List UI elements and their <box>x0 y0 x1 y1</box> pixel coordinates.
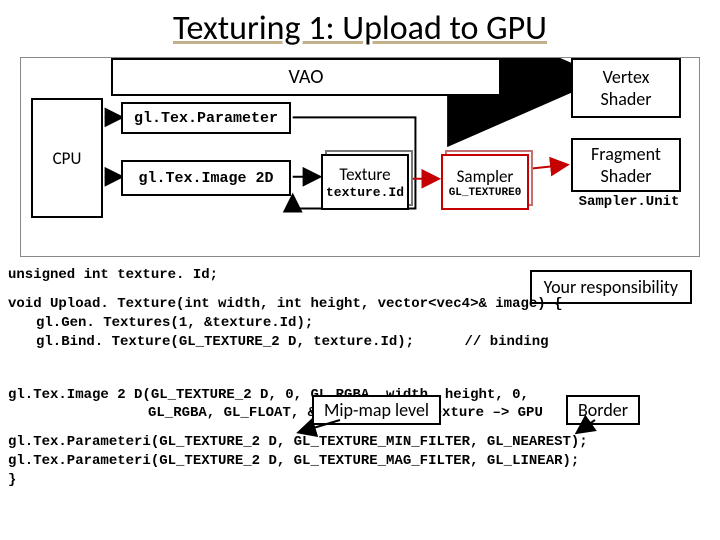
gl-texparameter-box: gl.Tex.Parameter <box>121 102 291 134</box>
sampler-sub-label: GL_TEXTURE0 <box>449 187 522 199</box>
code-line: gl.Tex.Parameteri(GL_TEXTURE_2 D, GL_TEX… <box>8 433 712 452</box>
fragment-shader-l2: Shader <box>600 165 651 187</box>
border-annotation: Border <box>566 395 640 425</box>
fragment-shader-l1: Fragment <box>591 143 661 165</box>
vertex-shader-box: Vertex Shader <box>571 58 681 118</box>
vao-box: VAO <box>111 58 501 96</box>
code-line: gl.Gen. Textures(1, &texture.Id); <box>8 314 712 333</box>
slide-title: Texturing 1: Upload to GPU <box>0 0 720 53</box>
code-line: void Upload. Texture(int width, int heig… <box>8 295 712 314</box>
code-fragment: gl.Bind. Texture(GL_TEXTURE_2 D, texture… <box>36 334 414 350</box>
sampler-label: Sampler <box>457 166 514 187</box>
mipmap-annotation: Mip-map level <box>312 395 441 425</box>
code-line: unsigned int texture. Id; <box>8 266 712 285</box>
sampler-box: Sampler GL_TEXTURE0 <box>441 154 529 210</box>
code-comment: // binding <box>464 334 548 350</box>
fragment-shader-box: Fragment Shader <box>571 138 681 192</box>
vertex-shader-l1: Vertex <box>603 66 650 88</box>
vertex-shader-l2: Shader <box>600 88 651 110</box>
gl-teximage2d-box: gl.Tex.Image 2D <box>121 160 291 196</box>
texture-id-label: texture.Id <box>326 185 404 200</box>
upload-diagram: VAO CPU gl.Tex.Parameter gl.Tex.Image 2D… <box>20 57 700 257</box>
texture-box: Texture texture.Id <box>321 154 409 210</box>
code-line: gl.Bind. Texture(GL_TEXTURE_2 D, texture… <box>8 333 712 352</box>
cpu-box: CPU <box>31 98 103 218</box>
code-line: gl.Tex.Parameteri(GL_TEXTURE_2 D, GL_TEX… <box>8 452 712 471</box>
code-line: } <box>8 471 712 490</box>
code-listing: unsigned int texture. Id; void Upload. T… <box>8 266 712 490</box>
texture-label: Texture <box>339 164 390 185</box>
sampler-unit-label: Sampler.Unit <box>569 194 689 210</box>
